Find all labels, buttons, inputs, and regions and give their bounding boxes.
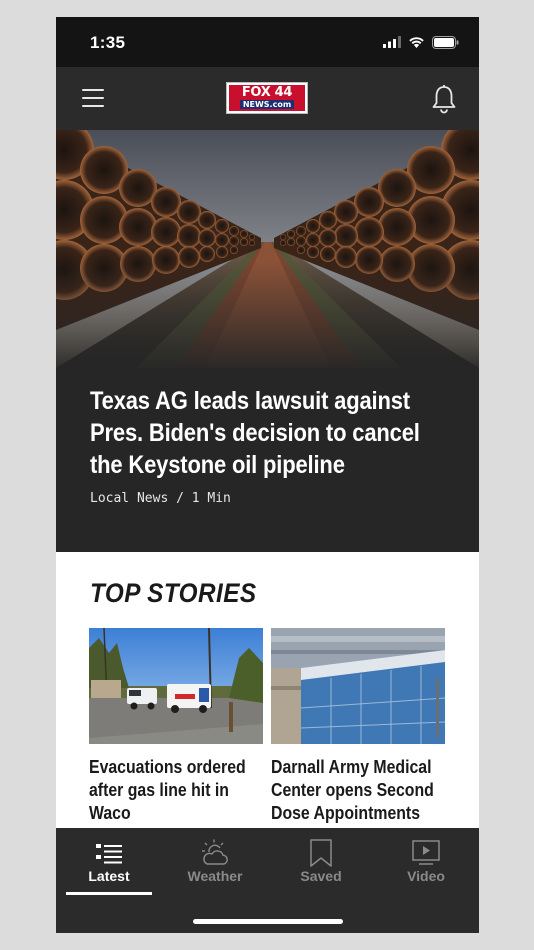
app-screen: 1:35 FOX 44 NEWS.com Texas AG leads laws… <box>56 17 479 933</box>
status-time: 1:35 <box>90 33 126 52</box>
top-stories-section: TOP STORIES Evacuations ordered after ga… <box>56 552 479 828</box>
tab-weather[interactable]: Weather <box>162 828 268 898</box>
hero-meta: Local News / 1 Min <box>90 491 231 506</box>
play-video-icon <box>412 840 440 865</box>
home-indicator[interactable] <box>193 919 343 924</box>
story-title[interactable]: Darnall Army Medical Center opens Second… <box>271 756 445 828</box>
fox44-logo[interactable]: FOX 44 NEWS.com <box>226 82 308 114</box>
status-icons <box>383 34 459 50</box>
tab-latest[interactable]: Latest <box>56 828 162 898</box>
story-title[interactable]: Evacuations ordered after gas line hit i… <box>89 756 263 825</box>
signal-icon <box>383 36 401 48</box>
logo-top-text: FOX 44 <box>241 85 293 100</box>
story-card[interactable]: Evacuations ordered after gas line hit i… <box>89 628 263 825</box>
logo-bottom-text: NEWS.com <box>239 100 295 109</box>
bottom-tab-bar: Latest Weather Saved Video <box>56 828 479 933</box>
hamburger-menu-icon[interactable] <box>82 89 104 109</box>
hero-image[interactable] <box>56 130 479 368</box>
hero-article[interactable]: Texas AG leads lawsuit against Pres. Bid… <box>56 368 479 552</box>
hero-photo <box>56 130 479 368</box>
story-card[interactable]: Darnall Army Medical Center opens Second… <box>271 628 445 828</box>
active-tab-indicator <box>66 892 152 895</box>
tab-saved[interactable]: Saved <box>268 828 374 898</box>
tab-label: Weather <box>187 868 243 884</box>
story-thumbnail[interactable] <box>271 628 445 744</box>
wifi-icon <box>409 37 424 48</box>
bookmark-icon <box>310 839 332 867</box>
tab-label: Saved <box>300 868 342 884</box>
app-header: FOX 44 NEWS.com <box>56 67 479 130</box>
battery-icon <box>432 35 459 49</box>
list-icon <box>96 844 122 864</box>
tab-video[interactable]: Video <box>373 828 479 898</box>
status-bar: 1:35 <box>56 17 479 67</box>
tab-label: Video <box>407 868 445 884</box>
bell-icon[interactable] <box>431 84 457 114</box>
partly-cloudy-icon <box>202 839 228 865</box>
tab-label: Latest <box>88 868 130 884</box>
story-thumbnail[interactable] <box>89 628 263 744</box>
section-heading: TOP STORIES <box>90 578 257 608</box>
hero-headline[interactable]: Texas AG leads lawsuit against Pres. Bid… <box>90 385 446 481</box>
